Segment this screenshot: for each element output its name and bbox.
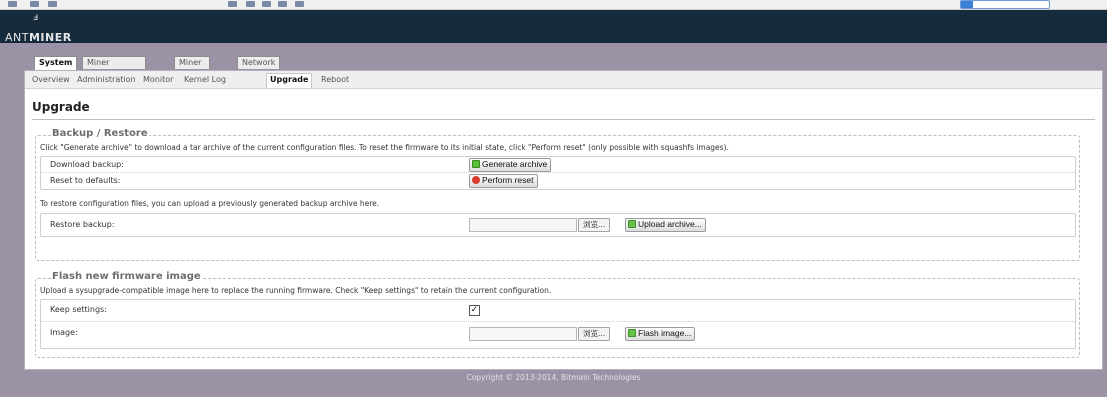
backup-rows: Download backup: Generate archive Reset … (40, 156, 1076, 190)
download-backup-label: Download backup: (50, 160, 124, 169)
reset-icon (472, 176, 480, 184)
tab-kernel-log[interactable]: Kernel Log (184, 74, 226, 86)
toolbar-icon[interactable] (295, 1, 304, 7)
tab-miner-configuration[interactable]: Miner Configuration (82, 56, 147, 79)
page-title: Upgrade (32, 100, 90, 114)
restore-description: To restore configuration files, you can … (40, 199, 380, 208)
flash-image-button[interactable]: Flash image... (625, 327, 696, 341)
tab-miner-status[interactable]: Miner Status (174, 56, 210, 79)
image-file-input[interactable] (469, 327, 577, 341)
tab-administration[interactable]: Administration (77, 74, 136, 86)
footer-copyright: Copyright © 2013-2014, Bitmain Technolog… (466, 373, 641, 382)
toolbar-icon[interactable] (8, 1, 17, 7)
content-panel: Overview Administration Monitor Kernel L… (24, 70, 1103, 370)
perform-reset-label: Perform reset (482, 175, 534, 185)
backup-restore-section: Backup / Restore Click "Generate archive… (35, 128, 1080, 261)
upload-icon (628, 220, 636, 228)
image-row: Image: 浏览... Flash image... (41, 325, 1075, 344)
flash-image-label: Flash image... (638, 328, 692, 338)
secondary-tabs: Overview Administration Monitor Kernel L… (25, 71, 1102, 89)
toolbar-search[interactable] (960, 0, 1050, 9)
upload-archive-button[interactable]: Upload archive... (625, 218, 706, 232)
archive-icon (472, 160, 480, 168)
restore-file-input[interactable] (469, 218, 577, 232)
flash-description: Upload a sysupgrade-compatible image her… (40, 286, 552, 295)
divider (32, 119, 1095, 120)
browse-button[interactable]: 浏览... (578, 218, 611, 232)
toolbar-icon[interactable] (228, 1, 237, 7)
generate-archive-button[interactable]: Generate archive (469, 158, 552, 172)
tab-upgrade[interactable]: Upgrade (266, 73, 313, 88)
keep-settings-checkbox[interactable]: ✓ (469, 305, 480, 316)
logo-bold: MINER (28, 31, 72, 44)
antminer-logo[interactable]: ANTMINER (5, 31, 72, 44)
backup-description: Click "Generate archive" to download a t… (40, 143, 729, 152)
section-legend: Backup / Restore (51, 128, 149, 139)
restore-rows: Restore backup: 浏览... Upload archive... (40, 213, 1076, 237)
perform-reset-button[interactable]: Perform reset (469, 174, 538, 188)
toolbar-icon[interactable] (278, 1, 287, 7)
toolbar-icon[interactable] (30, 1, 39, 7)
browse-button[interactable]: 浏览... (578, 327, 611, 341)
keep-settings-label: Keep settings: (50, 305, 107, 314)
toolbar-icon[interactable] (48, 1, 57, 7)
generate-archive-label: Generate archive (482, 159, 548, 169)
flash-icon (628, 329, 636, 337)
keep-settings-row: Keep settings: ✓ (41, 302, 1075, 322)
browser-toolbar (0, 0, 1107, 10)
app-header: ⅎ ANTMINER (0, 10, 1107, 44)
flash-firmware-section: Flash new firmware image Upload a sysupg… (35, 271, 1080, 358)
toolbar-icon[interactable] (246, 1, 255, 7)
logo-prefix: ANT (5, 31, 29, 44)
tab-reboot[interactable]: Reboot (321, 74, 349, 86)
reset-defaults-label: Reset to defaults: (50, 176, 121, 185)
tab-network[interactable]: Network (237, 56, 281, 69)
search-icon (961, 1, 973, 8)
tab-overview[interactable]: Overview (32, 74, 70, 86)
restore-backup-label: Restore backup: (50, 220, 115, 229)
download-backup-row: Download backup: Generate archive (41, 157, 1075, 173)
flash-rows: Keep settings: ✓ Image: 浏览... Flash imag… (40, 299, 1076, 349)
section-legend: Flash new firmware image (51, 271, 202, 282)
reset-defaults-row: Reset to defaults: Perform reset (41, 173, 1075, 188)
toolbar-icon[interactable] (262, 1, 271, 7)
antminer-logo-icon: ⅎ (33, 12, 39, 23)
upload-archive-label: Upload archive... (638, 219, 702, 229)
tab-monitor[interactable]: Monitor (143, 74, 173, 86)
restore-backup-row: Restore backup: 浏览... Upload archive... (41, 217, 1075, 232)
tab-system[interactable]: System (34, 56, 78, 70)
image-label: Image: (50, 328, 78, 337)
